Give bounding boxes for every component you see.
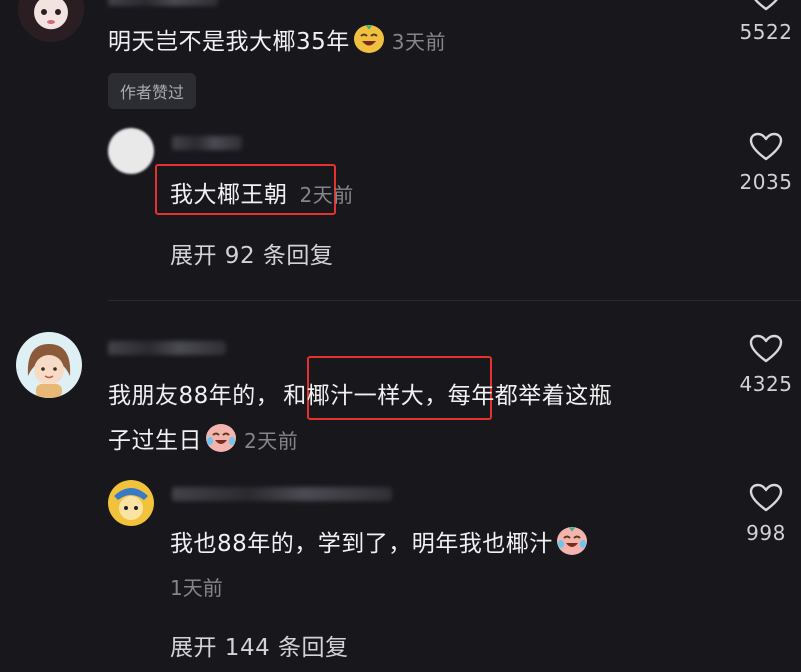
heart-icon[interactable] bbox=[749, 334, 783, 364]
cartoon-character-avatar-icon bbox=[114, 488, 148, 520]
like-count: 4325 bbox=[739, 372, 793, 396]
cartoon-girl-avatar-icon bbox=[27, 344, 71, 398]
reply-like-button[interactable]: 2035 bbox=[726, 132, 801, 194]
comment-body-start: 我朋友88年的， bbox=[108, 383, 280, 409]
avatar-face-icon bbox=[41, 9, 61, 24]
reply-time: 天前 bbox=[312, 183, 354, 207]
reply-body: 我也88年的，学到了，明年我也椰汁 bbox=[170, 531, 553, 557]
username-blurred[interactable] bbox=[108, 341, 226, 355]
comment-body-highlight: 和椰汁一样大 bbox=[283, 383, 425, 409]
reply-time: 1天前 bbox=[170, 576, 223, 600]
comment-text-line2: 子过生日 2天前 bbox=[108, 421, 298, 455]
reply-avatar[interactable] bbox=[108, 480, 154, 526]
username-blurred[interactable] bbox=[108, 0, 218, 6]
comment-divider bbox=[108, 300, 801, 301]
author-liked-badge: 作者赞过 bbox=[108, 73, 197, 109]
heart-icon[interactable] bbox=[749, 132, 783, 162]
reply-text: 我大椰王朝 2天前 bbox=[170, 175, 354, 209]
commenter-avatar[interactable] bbox=[16, 332, 82, 398]
like-count: 5522 bbox=[739, 20, 793, 44]
reply-username-blurred[interactable] bbox=[172, 487, 392, 501]
reply-like-count: 2035 bbox=[739, 170, 793, 194]
heart-icon[interactable] bbox=[749, 0, 783, 12]
laughing-emoji-icon bbox=[353, 23, 384, 53]
reply-username-blurred[interactable] bbox=[172, 136, 242, 150]
comment-body-cont: 子过生日 bbox=[108, 428, 202, 454]
comment-body: 明天岂不是我大椰35年 bbox=[108, 29, 350, 55]
reply-time-digit: 2 bbox=[299, 183, 313, 207]
expand-replies-link[interactable]: 展开 92 条回复 bbox=[170, 236, 333, 270]
reply-text: 我也88年的，学到了，明年我也椰汁 bbox=[170, 524, 587, 558]
comment-body-end: ，每年都举着这瓶 bbox=[424, 383, 613, 409]
comment-time: 3天前 bbox=[391, 30, 447, 54]
comment-time: 2天前 bbox=[244, 429, 299, 453]
comment-text: 明天岂不是我大椰35年 3天前 bbox=[108, 22, 446, 56]
heart-icon[interactable] bbox=[749, 483, 783, 513]
commenter-avatar[interactable] bbox=[18, 0, 84, 42]
reply-avatar[interactable] bbox=[108, 128, 154, 174]
comment-text-line1: 我朋友88年的， 和椰汁一样大，每年都举着这瓶 bbox=[108, 376, 612, 410]
reply-like-count: 998 bbox=[746, 521, 786, 545]
crying-laughing-emoji-icon bbox=[206, 424, 236, 452]
expand-replies-link[interactable]: 展开 144 条回复 bbox=[170, 628, 349, 662]
reply-body: 我大椰王朝 bbox=[170, 182, 288, 208]
reply-like-button[interactable]: 998 bbox=[726, 483, 801, 545]
like-button[interactable]: 5522 bbox=[726, 0, 801, 44]
crying-laughing-emoji-icon bbox=[556, 525, 587, 555]
like-button[interactable]: 4325 bbox=[726, 334, 801, 396]
